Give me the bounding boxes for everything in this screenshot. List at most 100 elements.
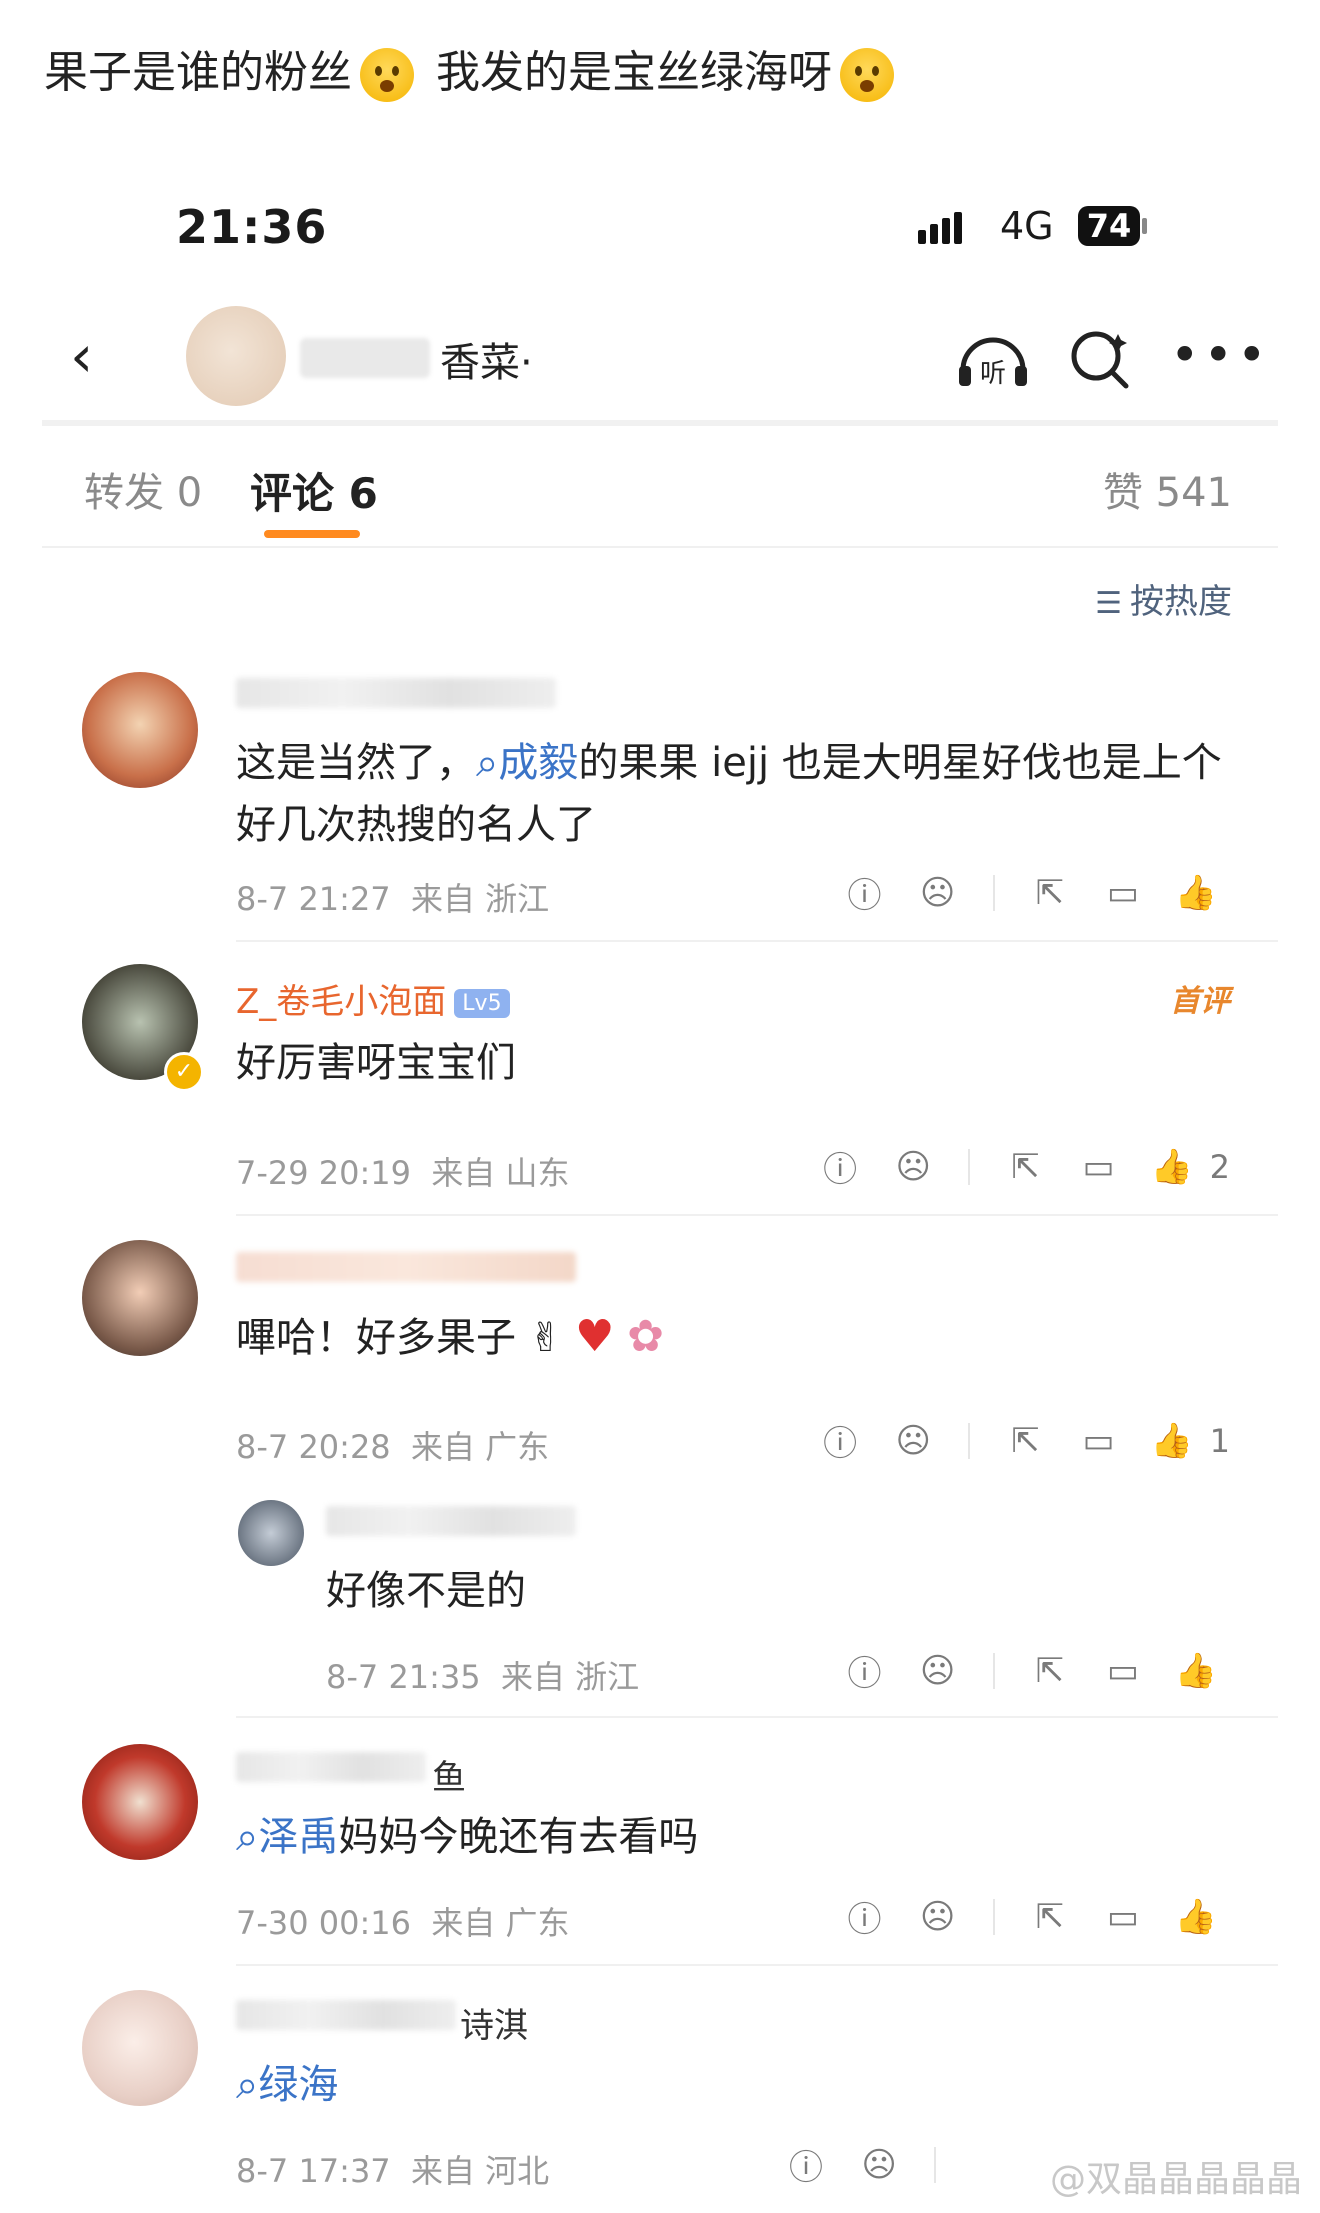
reply-icon[interactable]: ▭	[1089, 1897, 1157, 1937]
comment-actions: ⓘ ☹ ⇱ ▭ 👍 2	[806, 1142, 1230, 1192]
like-icon[interactable]: 👍	[1162, 873, 1230, 913]
dislike-face-icon[interactable]: ☹	[845, 2145, 913, 2185]
comment-actions: ⓘ ☹ ⇱ ▭ 👍 1	[806, 1416, 1230, 1466]
comment-username[interactable]: 诗淇	[460, 1998, 528, 2047]
like-icon[interactable]: 👍	[1138, 1147, 1206, 1187]
sort-icon: ☰	[1095, 586, 1122, 621]
avatar[interactable]	[82, 1240, 198, 1356]
dislike-face-icon[interactable]: ☹	[904, 1897, 972, 1937]
share-icon[interactable]: ⇱	[991, 1421, 1059, 1461]
reply-icon[interactable]: ▭	[1089, 873, 1157, 913]
share-icon[interactable]: ⇱	[1016, 1897, 1084, 1937]
blurred-username	[236, 2000, 456, 2030]
comment-username[interactable]: 鱼	[432, 1750, 466, 1799]
report-icon[interactable]: ⓘ	[831, 1892, 899, 1941]
verified-badge-icon: ✓	[164, 1052, 204, 1092]
blurred-username	[326, 1506, 576, 1536]
blurred-username	[236, 1752, 426, 1782]
report-icon[interactable]: ⓘ	[806, 1416, 874, 1465]
like-count: 1	[1209, 1421, 1230, 1460]
poster-avatar[interactable]	[186, 306, 286, 406]
caption-text-2: 我发的是宝丝绿海呀	[436, 47, 832, 98]
lotus-sticker-icon: ✿	[627, 1311, 664, 1362]
like-icon[interactable]: 👍	[1162, 1897, 1230, 1937]
report-icon[interactable]: ⓘ	[831, 868, 899, 917]
comment-text: 嗶哈！好多果子 ✌ ♥ ✿	[236, 1311, 664, 1362]
comment-actions: ⓘ ☹ ⇱ ▭ 👍	[831, 868, 1230, 918]
divider	[236, 940, 1278, 942]
divider	[236, 1214, 1278, 1216]
like-count: 2	[1209, 1147, 1230, 1186]
tab-comments[interactable]: 评论 6	[250, 460, 378, 521]
share-icon[interactable]: ⇱	[991, 1147, 1059, 1187]
tab-repost[interactable]: 转发 0	[84, 460, 202, 518]
comment-meta: 8-7 21:35 来自 浙江	[326, 1658, 640, 1696]
battery-tip-icon	[1142, 218, 1147, 234]
comment-meta: 7-30 00:16 来自 广东	[236, 1904, 570, 1942]
poster-name[interactable]: 香菜·	[440, 330, 533, 388]
first-comment-badge: 首评	[1170, 984, 1230, 1019]
share-icon[interactable]: ⇱	[1016, 1651, 1084, 1691]
comment-text: 好像不是的	[326, 1568, 526, 1614]
dislike-face-icon[interactable]: ☹	[879, 1147, 947, 1187]
like-icon[interactable]: 👍	[1162, 1651, 1230, 1691]
divider	[236, 1964, 1278, 1966]
avatar[interactable]	[82, 672, 198, 788]
report-icon[interactable]: ⓘ	[831, 1646, 899, 1695]
comment-text: 好厉害呀宝宝们	[236, 1040, 516, 1086]
avatar[interactable]	[82, 1990, 198, 2106]
comment-text: 这是当然了，⌕成毅的果果 iejj 也是大明星好伐也是上个好几次热搜的名人了	[236, 740, 1222, 848]
surprised-emoji-icon	[360, 48, 414, 102]
avatar[interactable]	[82, 1744, 198, 1860]
comment-actions: ⓘ ☹	[772, 2140, 952, 2190]
listen-label: 听	[980, 359, 1006, 389]
headphones-listen-icon[interactable]: 听	[955, 326, 1031, 392]
topic-link[interactable]: ⌕成毅	[476, 740, 578, 786]
red-heart-icon: ♥	[574, 1311, 615, 1362]
tab-likes[interactable]: 赞 541	[1103, 460, 1232, 518]
comment-meta: 8-7 21:27 来自 浙江	[236, 880, 550, 918]
reply-icon[interactable]: ▭	[1089, 1651, 1157, 1691]
vip-level-badge: Lv5	[454, 989, 510, 1018]
report-icon[interactable]: ⓘ	[806, 1142, 874, 1191]
report-icon[interactable]: ⓘ	[772, 2140, 840, 2189]
comment-meta: 8-7 17:37 来自 河北	[236, 2152, 550, 2190]
sort-label: 按热度	[1130, 582, 1232, 622]
dislike-face-icon[interactable]: ☹	[879, 1421, 947, 1461]
dislike-face-icon[interactable]: ☹	[904, 1651, 972, 1691]
avatar[interactable]	[238, 1500, 304, 1566]
comment-username[interactable]: Z_卷毛小泡面 Lv5	[236, 974, 510, 1023]
topic-link[interactable]: ⌕绿海	[236, 2062, 338, 2108]
comment-meta: 7-29 20:19 来自 山东	[236, 1154, 570, 1192]
blurred-name-area	[300, 338, 430, 378]
search-icon[interactable]	[1068, 326, 1134, 392]
comment-actions: ⓘ ☹ ⇱ ▭ 👍	[831, 1892, 1230, 1942]
active-tab-indicator	[264, 530, 360, 538]
watermark: @双晶晶晶晶晶	[1049, 2159, 1302, 2200]
comment-meta: 8-7 20:28 来自 广东	[236, 1428, 550, 1466]
share-icon[interactable]: ⇱	[1016, 873, 1084, 913]
caption-text-1: 果子是谁的粉丝	[44, 47, 352, 98]
status-time: 21:36	[176, 200, 328, 254]
like-icon[interactable]: 👍	[1138, 1421, 1206, 1461]
dislike-face-icon[interactable]: ☹	[904, 873, 972, 913]
signal-icon	[918, 212, 966, 244]
post-caption: 果子是谁的粉丝 我发的是宝丝绿海呀	[44, 36, 902, 102]
blurred-username	[236, 678, 556, 708]
blurred-username	[236, 1252, 576, 1282]
comment-actions: ⓘ ☹ ⇱ ▭ 👍	[831, 1646, 1230, 1696]
tab-bar	[42, 430, 1278, 548]
reply-icon[interactable]: ▭	[1065, 1421, 1133, 1461]
divider	[236, 1716, 1278, 1718]
more-dots-icon[interactable]: •••	[1170, 330, 1270, 380]
sort-button[interactable]: ☰ 按热度	[1095, 574, 1232, 623]
finger-heart-emoji-icon: ✌	[528, 1315, 563, 1361]
network-type: 4G	[1000, 204, 1054, 248]
comment-text: ⌕泽禹妈妈今晚还有去看吗	[236, 1814, 699, 1860]
battery-level: 74	[1078, 206, 1140, 246]
reply-icon[interactable]: ▭	[1065, 1147, 1133, 1187]
chevron-left-icon[interactable]: ‹	[70, 326, 110, 386]
topic-link[interactable]: ⌕泽禹	[236, 1814, 338, 1860]
comment-text: ⌕绿海	[236, 2054, 338, 2116]
crying-emoji-icon	[840, 48, 894, 102]
